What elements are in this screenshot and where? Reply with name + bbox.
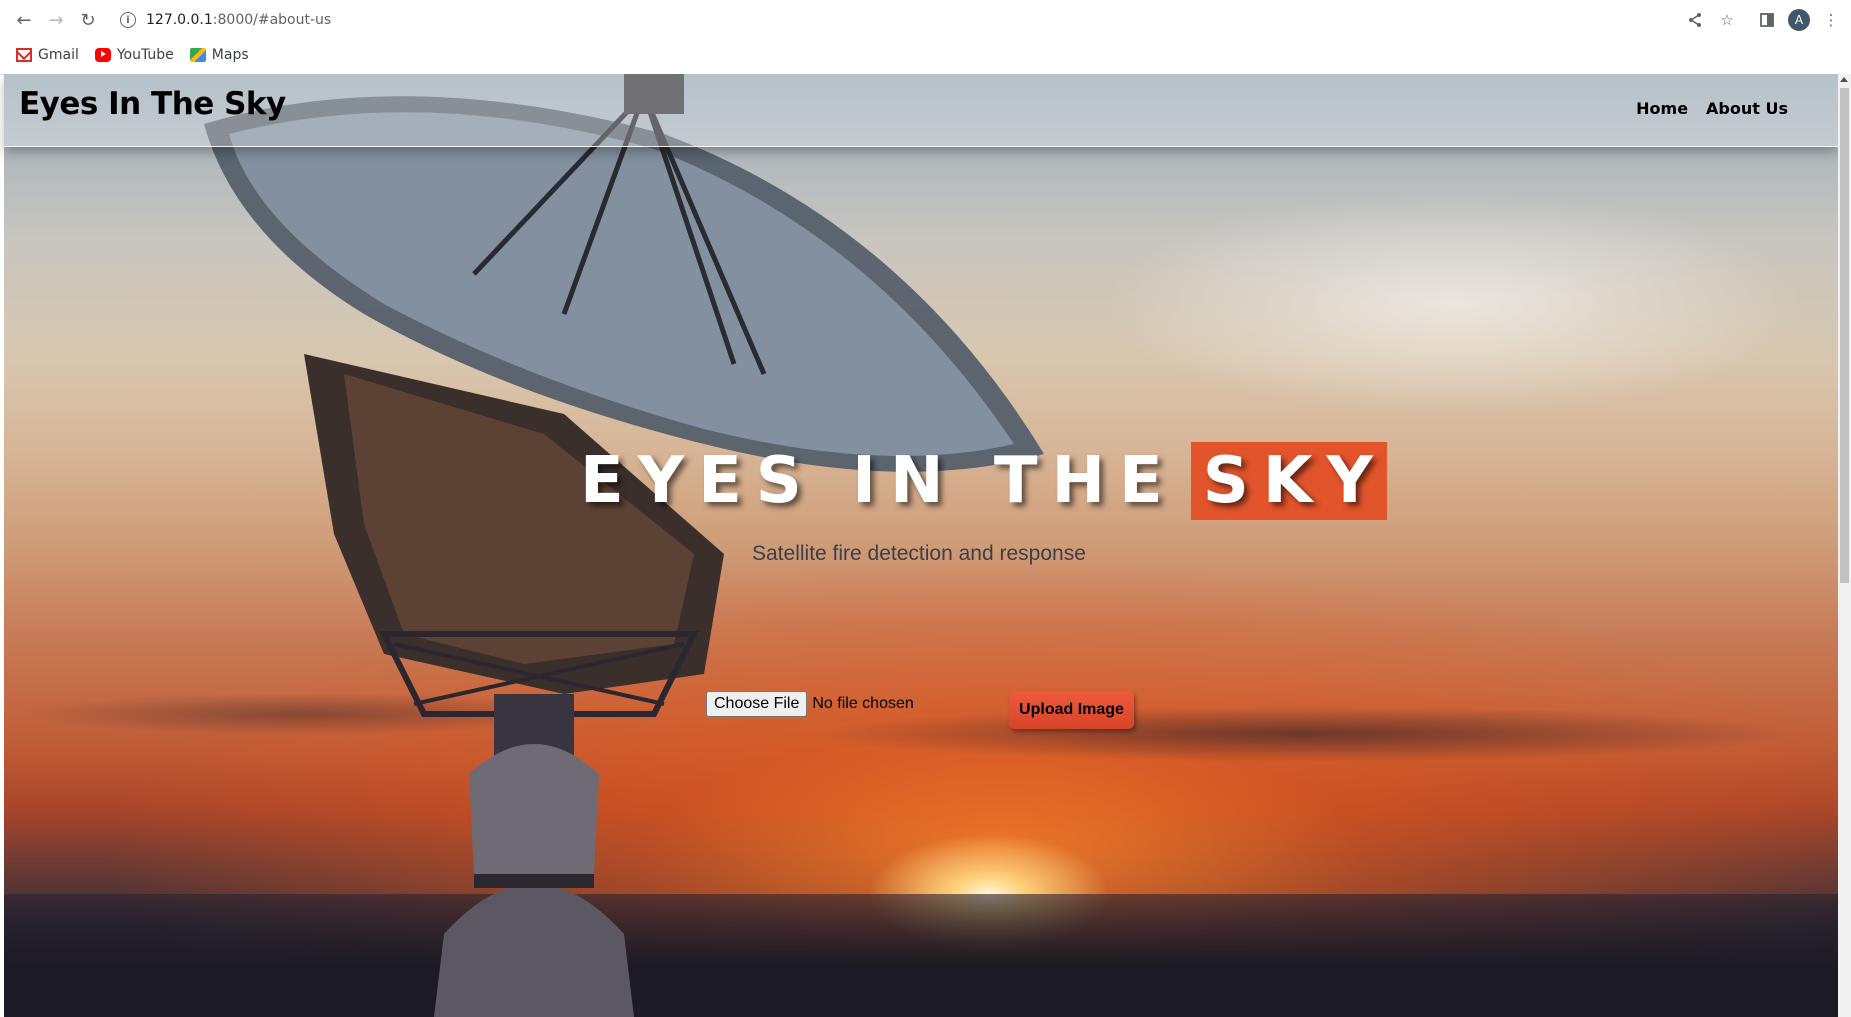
bookmark-label: Maps: [211, 47, 249, 63]
url-host: 127.0.0.1: [146, 12, 213, 28]
hero-tagline: Satellite fire detection and response: [752, 542, 1086, 565]
site-info-icon[interactable]: i: [120, 12, 136, 28]
menu-kebab-icon[interactable]: ⋮: [1820, 9, 1842, 31]
profile-avatar[interactable]: A: [1788, 9, 1810, 31]
gmail-icon: [16, 48, 32, 62]
site-nav: Home About Us: [1636, 99, 1788, 118]
bookmark-maps[interactable]: Maps: [189, 47, 249, 63]
browser-toolbar: ← → ↻ i 127.0.0.1:8000/#about-us ☆ A ⋮: [0, 0, 1851, 40]
page-scrollbar[interactable]: [1838, 74, 1851, 1017]
youtube-icon: [94, 48, 111, 62]
url-text[interactable]: 127.0.0.1:8000/#about-us: [146, 12, 331, 28]
bookmark-youtube[interactable]: YouTube: [94, 47, 174, 63]
page-viewport: Eyes In The Sky Home About Us EYES IN TH…: [0, 74, 1851, 1017]
scroll-up-arrow-icon[interactable]: [1840, 77, 1848, 82]
site-header: Eyes In The Sky Home About Us: [4, 74, 1838, 147]
site-logo[interactable]: Eyes In The Sky: [19, 86, 286, 122]
hero-title-main: EYES IN THE: [580, 444, 1177, 518]
browser-chrome: ← → ↻ i 127.0.0.1:8000/#about-us ☆ A ⋮ G…: [0, 0, 1851, 75]
scrollbar-thumb[interactable]: [1840, 88, 1849, 583]
bookmarks-bar: Gmail YouTube Maps: [0, 42, 1851, 68]
choose-file-button[interactable]: Choose File: [706, 691, 808, 717]
bookmark-star-icon[interactable]: ☆: [1716, 9, 1738, 31]
url-path: :8000/#about-us: [212, 12, 332, 28]
nav-home[interactable]: Home: [1636, 99, 1688, 118]
nav-about-us[interactable]: About Us: [1706, 99, 1788, 118]
maps-icon: [189, 48, 206, 62]
back-icon[interactable]: ←: [11, 7, 37, 33]
file-input[interactable]: Choose File No file chosen: [706, 691, 914, 717]
forward-icon[interactable]: →: [43, 7, 69, 33]
file-status-text: No file chosen: [812, 695, 914, 712]
reload-icon[interactable]: ↻: [75, 7, 101, 33]
bookmark-gmail[interactable]: Gmail: [16, 47, 79, 63]
bookmark-label: Gmail: [38, 47, 79, 63]
hero-title: EYES IN THE SKY: [580, 442, 1387, 520]
share-icon[interactable]: [1684, 9, 1706, 31]
upload-image-button[interactable]: Upload Image: [1009, 691, 1134, 729]
bookmark-label: YouTube: [116, 47, 174, 63]
side-panel-icon[interactable]: [1756, 9, 1778, 31]
hero-title-highlight: SKY: [1190, 442, 1387, 520]
address-bar[interactable]: i 127.0.0.1:8000/#about-us: [112, 3, 1752, 37]
